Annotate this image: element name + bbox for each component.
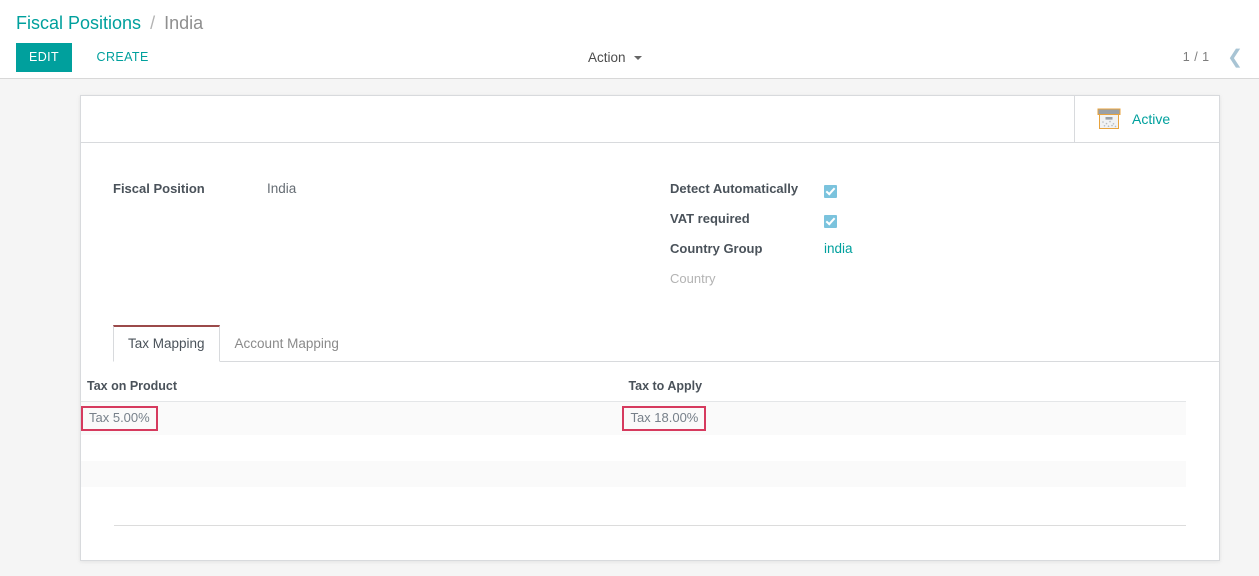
cell-value-tax-to-apply[interactable]: Tax 18.00% [622,406,707,431]
field-label-country-group: Country Group [670,241,763,256]
field-detect-automatically: Detect Automatically [670,177,1187,201]
field-fiscal-position: Fiscal Position India [113,177,634,201]
field-value-country-group[interactable]: india [824,237,853,261]
create-button[interactable]: CREATE [85,43,161,72]
field-label-fiscal-position: Fiscal Position [113,181,205,196]
tab-tax-mapping[interactable]: Tax Mapping [113,325,220,362]
checkbox-vat-required[interactable] [824,215,837,229]
archive-box-icon [1097,108,1121,130]
tax-mapping-list: Tax on Product Tax to Apply Tax 5.00% Ta… [81,362,1219,487]
field-vat-required: VAT required [670,207,1187,231]
control-panel: Fiscal Positions / India EDIT CREATE Act… [0,0,1259,79]
checkbox-detect-automatically[interactable] [824,185,837,199]
sheet-container: Active Fiscal Position India Detect Auto… [0,79,1259,561]
field-value-fiscal-position[interactable]: India [267,177,296,201]
stat-button-active[interactable]: Active [1074,96,1219,142]
cell-value-tax-on-product[interactable]: Tax 5.00% [81,406,158,431]
tab-account-mapping[interactable]: Account Mapping [220,325,354,362]
stat-button-label: Active [1132,111,1171,127]
edit-button[interactable]: EDIT [16,43,73,72]
field-country: Country [670,267,1187,291]
caret-down-icon [634,56,643,61]
sheet-bottom-spacer [81,526,1219,560]
action-menu-dropdown[interactable]: Action [580,43,650,72]
pager-counter: 1 / 1 [1182,50,1210,64]
column-header-tax-on-product[interactable]: Tax on Product [81,362,623,402]
field-value-vat-required [824,207,837,231]
action-menu-label: Action [588,50,626,65]
stat-button-box: Active [81,96,1219,143]
notebook-tabs: Tax Mapping Account Mapping [113,325,1219,362]
breadcrumb: Fiscal Positions / India [16,0,1243,35]
table-row[interactable]: Tax 5.00% Tax 18.00% [81,401,1186,436]
notebook: Tax Mapping Account Mapping [81,325,1219,362]
breadcrumb-current: India [164,13,204,33]
form-column-right: Detect Automatically VAT required Countr… [650,177,1187,297]
table-header-row: Tax on Product Tax to Apply [81,362,1186,402]
form-column-left: Fiscal Position India [113,177,650,297]
pager: 1 / 1 ❮ [1183,43,1243,72]
cell-tax-on-product[interactable]: Tax 5.00% [81,402,622,436]
field-country-group: Country Group india [670,237,1187,261]
control-panel-buttons-row: EDIT CREATE Action 1 / 1 ❮ [16,43,1243,72]
chevron-left-icon[interactable]: ❮ [1227,43,1243,72]
tax-mapping-table: Tax on Product Tax to Apply Tax 5.00% Ta… [81,362,1186,487]
field-label-vat-required: VAT required [670,211,750,226]
field-label-country: Country [670,271,716,286]
breadcrumb-root-link[interactable]: Fiscal Positions [16,13,141,33]
column-header-tax-to-apply[interactable]: Tax to Apply [622,362,1186,402]
form-sheet: Active Fiscal Position India Detect Auto… [80,95,1220,561]
cell-tax-to-apply[interactable]: Tax 18.00% [622,402,1186,436]
table-empty-row[interactable] [81,461,1186,487]
form-fields: Fiscal Position India Detect Automatical… [81,143,1219,297]
field-value-detect-automatically [824,177,837,201]
table-spacer-row [81,435,1186,461]
breadcrumb-separator: / [150,13,156,33]
field-label-detect-automatically: Detect Automatically [670,181,799,196]
